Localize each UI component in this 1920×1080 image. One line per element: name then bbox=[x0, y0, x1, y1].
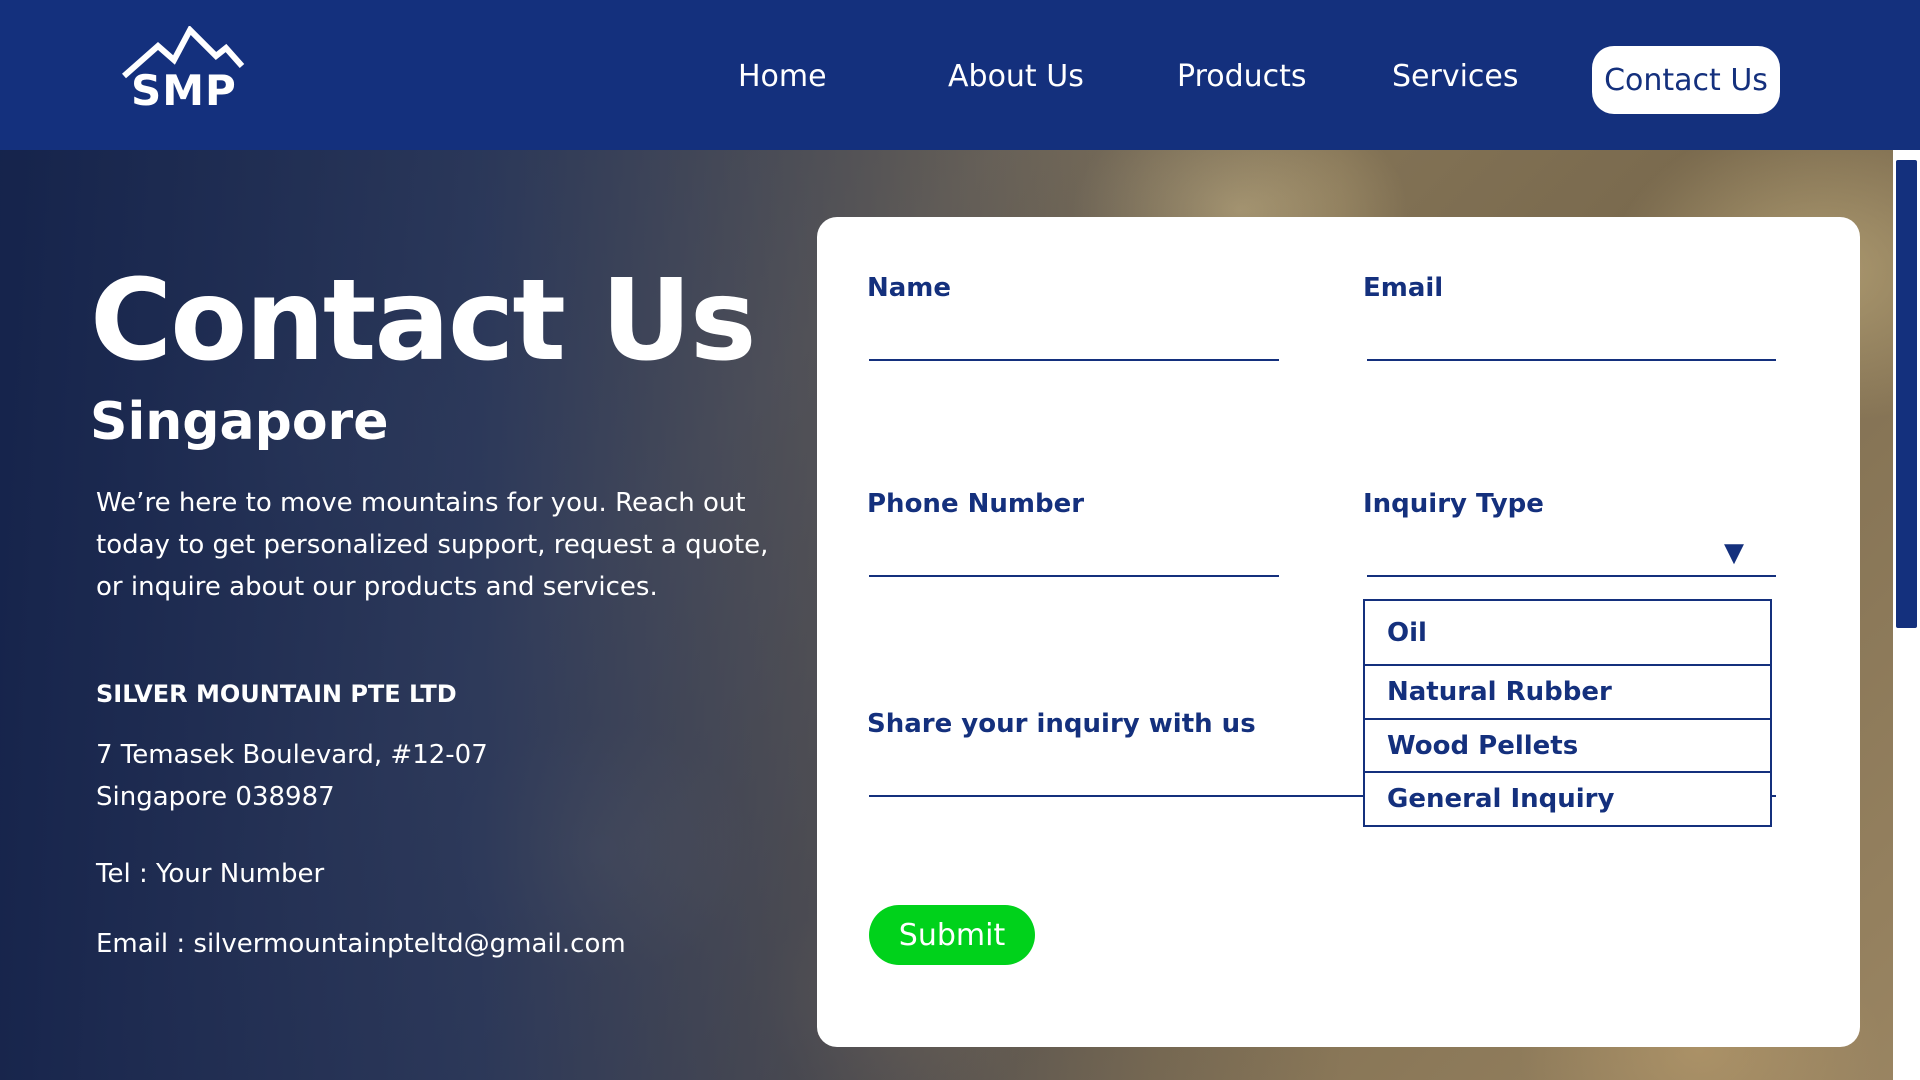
company-email: Email : silvermountainpteltd@gmail.com bbox=[96, 929, 626, 959]
page-title: Contact Us bbox=[90, 256, 757, 386]
company-tel: Tel : Your Number bbox=[96, 859, 325, 889]
submit-button[interactable]: Submit bbox=[869, 905, 1035, 965]
inquiry-type-label: Inquiry Type bbox=[1363, 489, 1544, 519]
inquiry-type-select[interactable] bbox=[1367, 537, 1776, 577]
address-line-2: Singapore 038987 bbox=[96, 782, 335, 812]
nav-products[interactable]: Products bbox=[1177, 58, 1307, 96]
company-address: 7 Temasek Boulevard, #12-07 Singapore 03… bbox=[96, 734, 488, 818]
message-label: Share your inquiry with us bbox=[867, 709, 1256, 739]
name-field[interactable] bbox=[869, 321, 1279, 361]
address-line-1: 7 Temasek Boulevard, #12-07 bbox=[96, 740, 488, 770]
email-label: Email bbox=[1363, 273, 1444, 303]
phone-label: Phone Number bbox=[867, 489, 1085, 519]
triangle-down-icon[interactable]: ▼ bbox=[1724, 538, 1744, 568]
contact-form-card: Name Email Phone Number Inquiry Type ▼ S… bbox=[817, 217, 1860, 1047]
inquiry-type-dropdown: Oil Natural Rubber Wood Pellets General … bbox=[1363, 599, 1772, 827]
logo-text: SMP bbox=[131, 66, 237, 115]
dropdown-option-oil[interactable]: Oil bbox=[1365, 601, 1770, 666]
name-label: Name bbox=[867, 273, 952, 303]
nav-services[interactable]: Services bbox=[1392, 58, 1519, 96]
page-subtitle: Singapore bbox=[90, 392, 389, 452]
nav-home[interactable]: Home bbox=[738, 58, 827, 96]
company-name: SILVER MOUNTAIN PTE LTD bbox=[96, 680, 457, 708]
intro-text: We’re here to move mountains for you. Re… bbox=[96, 488, 769, 602]
logo[interactable]: SMP bbox=[118, 26, 248, 122]
dropdown-option-natural-rubber[interactable]: Natural Rubber bbox=[1365, 666, 1770, 720]
email-field[interactable] bbox=[1367, 321, 1776, 361]
nav-about-us[interactable]: About Us bbox=[948, 58, 1084, 96]
dropdown-option-general-inquiry[interactable]: General Inquiry bbox=[1365, 773, 1770, 825]
scrollbar-thumb[interactable] bbox=[1896, 160, 1917, 628]
nav-contact-us[interactable]: Contact Us bbox=[1592, 46, 1780, 114]
dropdown-option-wood-pellets[interactable]: Wood Pellets bbox=[1365, 720, 1770, 773]
phone-field[interactable] bbox=[869, 537, 1279, 577]
site-header: SMP Home About Us Products Services Cont… bbox=[0, 0, 1920, 150]
